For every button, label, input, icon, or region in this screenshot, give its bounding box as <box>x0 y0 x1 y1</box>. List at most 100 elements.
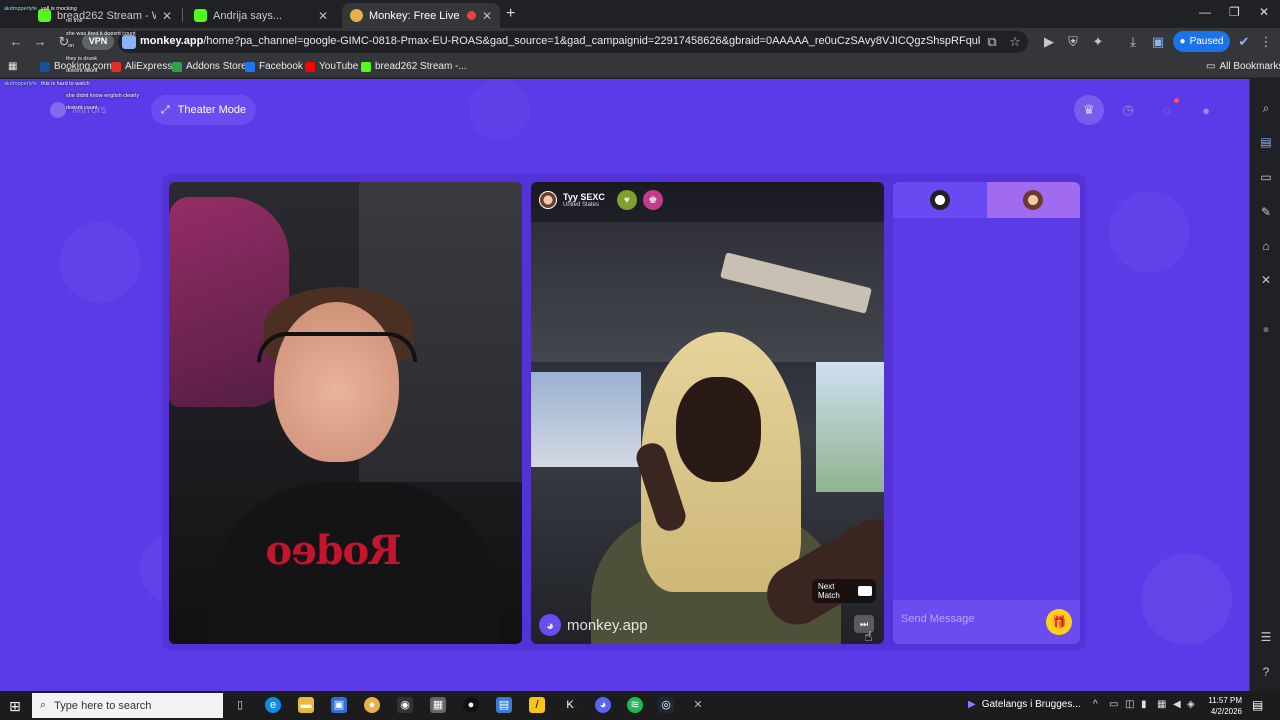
chat-message-input[interactable]: Send Message <box>901 613 974 625</box>
chat-peer-tab[interactable] <box>986 182 1080 218</box>
overlay-text: no troll <box>66 18 83 24</box>
taskbar-search[interactable]: ⌕ Type here to search <box>32 693 223 718</box>
gamepad-icon[interactable]: ⌂ <box>1258 239 1274 253</box>
background-object <box>169 197 289 407</box>
tray-chevron-icon[interactable]: ^ <box>1093 699 1098 710</box>
microphone-icon[interactable]: ▮ <box>1141 699 1147 710</box>
app-icon[interactable]: ▦ <box>430 697 446 713</box>
close-tab-icon[interactable]: ✕ <box>482 9 492 23</box>
close-tab-icon[interactable]: ✕ <box>318 9 328 23</box>
profile-button[interactable]: ● <box>1191 95 1221 125</box>
tray-app-icon[interactable]: ◫ <box>1125 699 1134 710</box>
monkey-page: Mirrors ⤢ Theater Mode ♛ ◷ ◌ ● Rodeo Tyy… <box>0 79 1249 691</box>
messages-button[interactable]: ◌ <box>1152 95 1182 125</box>
notification-dot <box>1174 98 1179 103</box>
profile-paused-button[interactable]: ● Paused <box>1173 31 1230 52</box>
overlay-message: doesnt count <box>66 68 98 74</box>
settings-dot-icon[interactable]: ● <box>1258 322 1274 336</box>
app-icon[interactable]: ▤ <box>496 697 512 713</box>
notes-icon[interactable]: ✎ <box>1258 205 1274 219</box>
github-icon[interactable]: ● <box>463 697 479 713</box>
app-icon[interactable]: / <box>529 697 545 713</box>
chat-self-tab[interactable] <box>893 182 987 218</box>
search-icon[interactable]: ⌕ <box>1258 101 1274 116</box>
site-info-icon[interactable] <box>122 35 136 49</box>
volume-icon[interactable]: ◀ <box>1173 699 1181 710</box>
obs-icon[interactable]: ◉ <box>397 697 413 713</box>
extensions-puzzle-icon[interactable]: ✦ <box>1090 34 1106 50</box>
menu-kebab-icon[interactable]: ⋮ <box>1258 34 1274 50</box>
language-icon[interactable]: ◈ <box>1187 699 1195 710</box>
browser-icon[interactable]: ● <box>364 697 380 713</box>
address-bar[interactable]: monkey.app/home?pa_channel=google-GIMC-0… <box>118 31 1028 53</box>
minimize-icon[interactable]: — <box>1199 5 1211 19</box>
gift-icon[interactable]: 🎁 <box>1046 609 1072 635</box>
task-view-icon[interactable]: ▯ <box>232 697 248 713</box>
peer-country: United States <box>563 202 600 208</box>
restore-icon[interactable]: ❐ <box>1229 5 1240 19</box>
url-path: /home?pa_channel=google-GIMC-0818-Pmax-E… <box>203 35 980 47</box>
kick-favicon-icon <box>194 9 207 22</box>
crown-button[interactable]: ♛ <box>1074 95 1104 125</box>
customize-icon[interactable]: ☰ <box>1258 630 1274 644</box>
bookmark-aliexpress[interactable]: AliExpress <box>111 61 172 72</box>
system-clock[interactable]: 11:57 PM 4/2/2026 <box>1202 695 1242 717</box>
all-bookmarks-label: All Bookmarks <box>1219 61 1280 72</box>
heart-icon[interactable]: ♥ <box>616 190 637 210</box>
extension-shield-icon[interactable]: ⛨ <box>1065 34 1081 50</box>
bookmark-facebook[interactable]: Facebook <box>245 61 303 72</box>
app-icon[interactable]: ✕ <box>690 697 706 713</box>
side-panel-icon[interactable]: ▣ <box>1150 34 1166 50</box>
bookmark-youtube[interactable]: YouTube <box>305 61 358 72</box>
clock-icon: ◷ <box>1122 102 1134 117</box>
peer-info[interactable]: Tyy SEXC United States ♥ ♚ <box>539 190 663 210</box>
steam-icon[interactable]: ◎ <box>658 697 674 713</box>
apps-grid-icon[interactable]: ▦ <box>8 61 17 72</box>
help-icon[interactable]: ? <box>1258 665 1274 679</box>
tab-title: Monkey: Free Live Video Ch <box>369 9 461 22</box>
tray-app-icon[interactable]: ▭ <box>1109 699 1118 710</box>
tools-icon[interactable]: ✕ <box>1258 273 1274 287</box>
close-window-icon[interactable]: ✕ <box>1259 5 1269 19</box>
notification-center-icon[interactable]: ▤ <box>1252 698 1263 712</box>
messenger-icon[interactable]: ▤ <box>1258 135 1274 149</box>
overlay-message: she was tired it doesnt count <box>66 31 136 37</box>
overlay-text: this is hard to watch <box>41 81 90 87</box>
tab-andrija-says[interactable]: Andrija says... ✕ <box>186 3 336 28</box>
all-bookmarks-button[interactable]: ▭ All Bookmarks <box>1206 61 1280 72</box>
extension-media-icon[interactable]: ▶ <box>1041 34 1057 50</box>
spotify-icon[interactable]: ≋ <box>627 697 643 713</box>
install-app-icon[interactable]: ⧉ <box>984 34 1000 50</box>
history-button[interactable]: ◷ <box>1113 95 1143 125</box>
bookmark-addons-store[interactable]: Addons Store <box>172 61 247 72</box>
store-icon[interactable]: ▣ <box>331 697 347 713</box>
reading-list-icon[interactable]: ▭ <box>1258 170 1274 184</box>
person-icon: ● <box>1179 36 1186 47</box>
file-explorer-icon[interactable]: ▬ <box>298 697 314 713</box>
close-tab-icon[interactable]: ✕ <box>162 9 172 23</box>
bookmark-label: YouTube <box>319 61 359 72</box>
kick-app-icon[interactable]: K <box>562 697 578 713</box>
edge-icon[interactable]: e <box>265 697 281 713</box>
hoodie-logo: Rodeo <box>266 527 402 574</box>
overlay-user: akdmpperlyfe <box>4 6 38 12</box>
downloads-icon[interactable]: ⤓ <box>1125 34 1141 50</box>
media-widget[interactable]: ▶ Gatelangs i Brugges... <box>968 699 1081 710</box>
windows-start-icon[interactable]: ⊞ <box>9 698 21 715</box>
back-icon[interactable]: ← <box>8 34 24 49</box>
gift-badge-icon[interactable]: ♚ <box>642 190 663 210</box>
profile-label: Paused <box>1189 36 1224 47</box>
new-tab-icon[interactable]: + <box>506 5 515 23</box>
forward-icon[interactable]: → <box>32 34 48 49</box>
discord-icon[interactable]: ◕ <box>595 697 611 713</box>
bookmark-star-icon[interactable]: ☆ <box>1007 34 1023 50</box>
bookmark-label: Facebook <box>259 61 303 72</box>
verified-extension-icon[interactable]: ✔ <box>1236 34 1252 50</box>
bookmark-bread262[interactable]: bread262 Stream -... <box>361 61 467 72</box>
theater-mode-button[interactable]: ⤢ Theater Mode <box>151 95 256 125</box>
overlay-message: they is drunk <box>66 56 97 62</box>
car-window <box>816 362 884 492</box>
network-icon[interactable]: ▦ <box>1157 699 1166 710</box>
avatar-icon: ● <box>1202 102 1210 118</box>
tab-monkey[interactable]: Monkey: Free Live Video Ch ✕ <box>342 3 500 28</box>
